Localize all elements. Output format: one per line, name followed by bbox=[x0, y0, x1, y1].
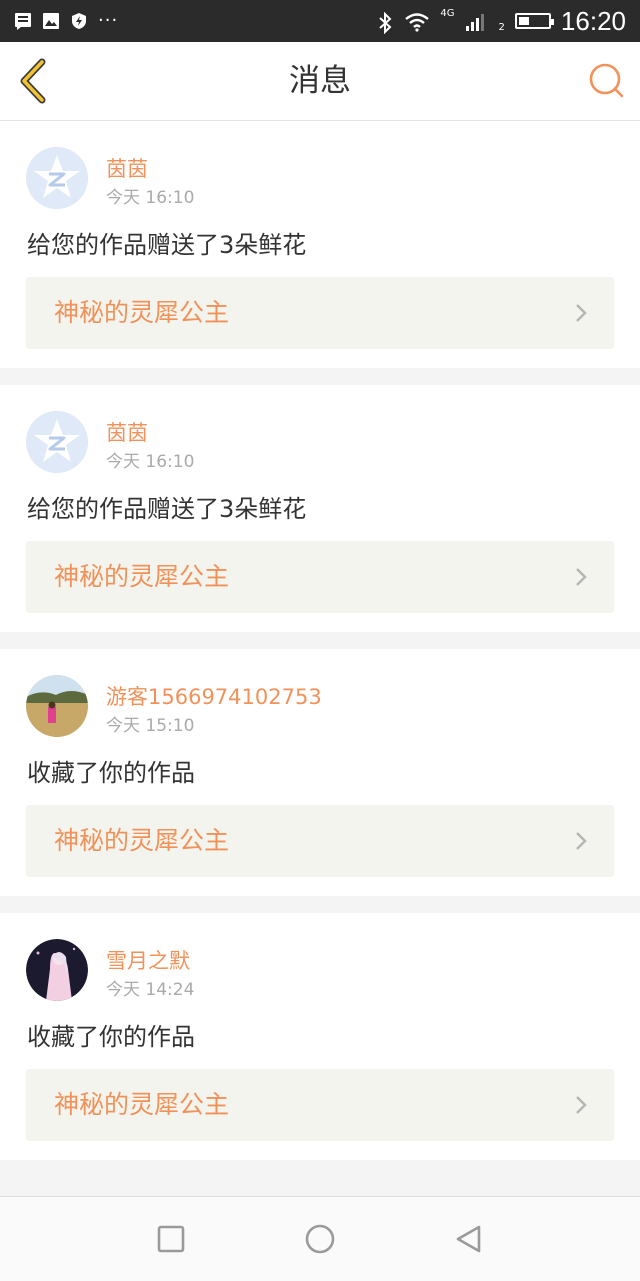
work-title: 神秘的灵犀公主 bbox=[54, 826, 230, 855]
battery-icon bbox=[514, 13, 554, 29]
work-link[interactable]: 神秘的灵犀公主 bbox=[26, 277, 614, 349]
shield-bolt-icon bbox=[70, 12, 88, 30]
chevron-right-icon bbox=[576, 304, 587, 322]
message-text: 给您的作品赠送了3朵鲜花 bbox=[27, 231, 307, 259]
back-nav-button[interactable] bbox=[451, 1221, 487, 1257]
search-button[interactable] bbox=[588, 62, 626, 100]
message-time: 今天 15:10 bbox=[106, 716, 195, 736]
message-card: 茵茵 今天 16:10 给您的作品赠送了3朵鲜花 神秘的灵犀公主 bbox=[0, 121, 640, 368]
search-icon bbox=[589, 63, 624, 98]
message-text: 收藏了你的作品 bbox=[27, 1023, 195, 1051]
avatar[interactable] bbox=[26, 147, 88, 209]
status-time: 16:20 bbox=[560, 5, 626, 36]
image-icon bbox=[42, 12, 60, 30]
message-time: 今天 14:24 bbox=[106, 980, 195, 1000]
message-time: 今天 16:10 bbox=[106, 188, 195, 208]
avatar[interactable] bbox=[26, 675, 88, 737]
page-title: 消息 bbox=[289, 63, 351, 99]
avatar[interactable] bbox=[26, 939, 88, 1001]
work-link[interactable]: 神秘的灵犀公主 bbox=[26, 541, 614, 613]
more-dots-icon: ··· bbox=[98, 10, 119, 31]
sender-name[interactable]: 茵茵 bbox=[106, 417, 148, 447]
message-icon bbox=[14, 12, 32, 30]
sender-name[interactable]: 游客1566974102753 bbox=[106, 681, 322, 711]
avatar[interactable] bbox=[26, 411, 88, 473]
work-title: 神秘的灵犀公主 bbox=[54, 1090, 230, 1119]
bluetooth-icon bbox=[376, 11, 394, 35]
message-text: 给您的作品赠送了3朵鲜花 bbox=[27, 495, 307, 523]
work-title: 神秘的灵犀公主 bbox=[54, 298, 230, 327]
message-card: 雪月之默 今天 14:24 收藏了你的作品 神秘的灵犀公主 bbox=[0, 913, 640, 1160]
message-card: 游客1566974102753 今天 15:10 收藏了你的作品 神秘的灵犀公主 bbox=[0, 649, 640, 896]
chevron-right-icon bbox=[576, 832, 587, 850]
chevron-right-icon bbox=[576, 568, 587, 586]
message-time: 今天 16:10 bbox=[106, 452, 195, 472]
network-type: 4G bbox=[440, 7, 455, 19]
default-avatar-icon bbox=[26, 411, 88, 473]
message-card: 茵茵 今天 16:10 给您的作品赠送了3朵鲜花 神秘的灵犀公主 bbox=[0, 385, 640, 632]
sender-name[interactable]: 茵茵 bbox=[106, 153, 148, 183]
signal-icon bbox=[465, 12, 489, 31]
system-nav-bar bbox=[0, 1196, 640, 1281]
sender-name[interactable]: 雪月之默 bbox=[106, 945, 190, 975]
landscape-avatar-image bbox=[26, 675, 88, 737]
work-link[interactable]: 神秘的灵犀公主 bbox=[26, 805, 614, 877]
wifi-icon bbox=[404, 12, 430, 32]
header-bar: 消息 bbox=[0, 42, 640, 121]
home-button[interactable] bbox=[302, 1221, 338, 1257]
message-text: 收藏了你的作品 bbox=[27, 759, 195, 787]
chevron-right-icon bbox=[576, 1096, 587, 1114]
home-icon bbox=[305, 1224, 335, 1254]
work-link[interactable]: 神秘的灵犀公主 bbox=[26, 1069, 614, 1141]
work-title: 神秘的灵犀公主 bbox=[54, 562, 230, 591]
default-avatar-icon bbox=[26, 147, 88, 209]
recent-apps-button[interactable] bbox=[153, 1221, 189, 1257]
back-triangle-icon bbox=[456, 1225, 481, 1253]
anime-avatar-image bbox=[26, 939, 88, 1001]
status-bar: ··· 4G 2 16:20 bbox=[0, 0, 640, 42]
sim-slot-label: 2 bbox=[498, 21, 505, 33]
recent-apps-icon bbox=[157, 1225, 185, 1253]
